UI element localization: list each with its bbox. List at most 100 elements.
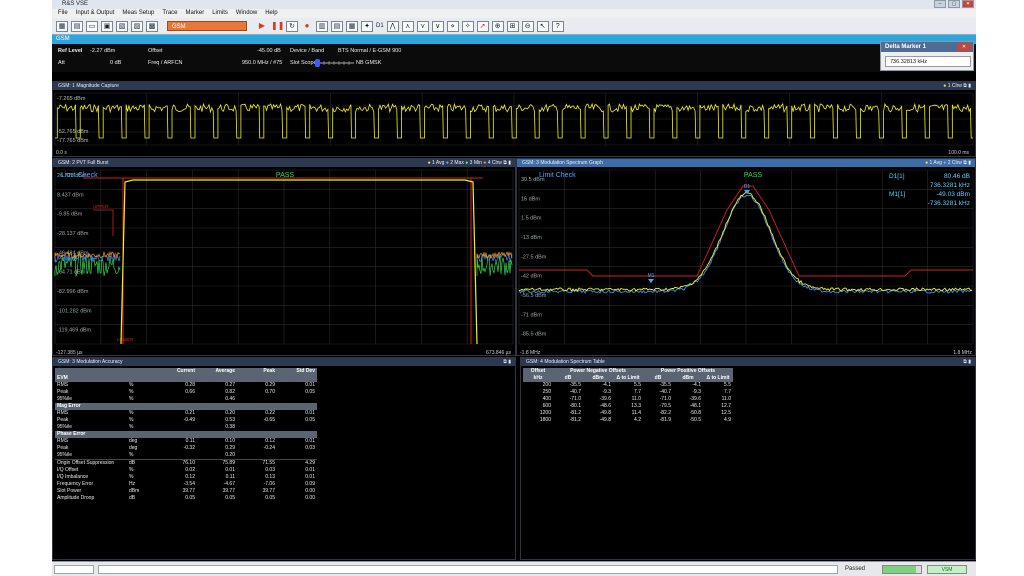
pvt-graph[interactable]: 26.723 dBm8.437 dBm-9.85 dBm-28.137 dBm-…	[53, 168, 515, 356]
table-cell: 7.7	[634, 389, 641, 395]
run-mode-label[interactable]: D1	[376, 23, 384, 29]
recall-icon[interactable]: ▧	[116, 20, 128, 32]
settings-bar[interactable]: Ref Level -2.27 dBm Offset -45.00 dB Att…	[52, 44, 976, 72]
layout-2-icon[interactable]: ▤	[331, 20, 343, 32]
marker-right-icon[interactable]: ⋎	[416, 20, 429, 32]
mod-pass-label: PASS	[744, 172, 762, 179]
marker-to-trace-icon[interactable]: ⋄	[446, 20, 459, 32]
table-cell: 75.89	[197, 459, 237, 467]
menu-limits[interactable]: Limits	[212, 9, 228, 18]
mod-y-label: 16 dBm	[521, 196, 540, 202]
table-cell: -4.1	[692, 382, 701, 388]
help-pointer-icon[interactable]: ↖	[536, 20, 549, 32]
delta-marker-dialog[interactable]: Delta Marker 1 ✕ 736.32813 kHz	[880, 41, 974, 71]
menu-meas-setup[interactable]: Meas Setup	[122, 9, 154, 18]
save-icon[interactable]: ▣	[101, 20, 113, 32]
layout-3-icon[interactable]: ▦	[346, 20, 358, 32]
channel-tab[interactable]: GSM	[52, 35, 976, 44]
delta-marker-input[interactable]: 736.32813 kHz	[885, 56, 971, 67]
mod-accuracy-title: GSM: 3 Modulation Accuracy	[58, 359, 123, 365]
mod-y-label: -85.5 dBm	[521, 332, 547, 338]
mod-spectrum-graph[interactable]: 30.5 dBm16 dBm1.5 dBm-13 dBm-27.5 dBm-42…	[517, 168, 975, 356]
status-dropdown[interactable]	[54, 565, 94, 574]
menu-input-output[interactable]: Input & Output	[76, 9, 115, 18]
table-cell: 400	[542, 396, 551, 402]
mod-trace-blue	[518, 194, 973, 294]
table-cell: 0.05	[305, 417, 315, 423]
export-icon[interactable]: ▩	[146, 20, 158, 32]
table-cell: 0.82	[225, 389, 235, 395]
table-cell: 11.4	[631, 410, 641, 416]
pvt-lower-limit-text: LOWER	[117, 337, 134, 342]
pause-icon[interactable]: ❚❚	[271, 21, 284, 32]
menu-marker[interactable]: Marker	[186, 9, 205, 18]
modulation-accuracy-panel[interactable]: GSM: 3 Modulation Accuracy ⧉ ▮ Current Av…	[52, 357, 516, 560]
table-group-label: Mag Error	[55, 403, 317, 410]
table-cell: -35.5	[659, 382, 671, 388]
table-row: Peak% 0.66 0.82 0.70 0.05	[55, 389, 317, 396]
magnitude-capture-panel[interactable]: GSM: 1 Magnitude Capture ● 1 Clrw ⧉ ▮ -7…	[52, 81, 976, 157]
table-cell: 0.53	[225, 417, 235, 423]
table-cell: 0.01	[305, 474, 315, 480]
status-field	[98, 565, 838, 574]
minimize-icon[interactable]: –	[934, 0, 946, 8]
peak-icon[interactable]: ⋀	[386, 20, 399, 32]
pvt-pass-label: PASS	[276, 172, 294, 179]
table-cell: 0.29	[225, 445, 235, 451]
mod-spectrum-table: Offset Power Negative Offsets Power Positi…	[523, 368, 733, 424]
pvt-y-label: -82.996 dBm	[57, 289, 89, 295]
zoom-off-icon[interactable]: ⊖	[521, 20, 534, 32]
column-group-header: Power Negative Offsets	[553, 368, 643, 375]
mod-accuracy-header: GSM: 3 Modulation Accuracy ⧉ ▮	[53, 358, 515, 366]
help-icon[interactable]: ?	[551, 20, 564, 32]
open-icon[interactable]: ▤	[71, 20, 83, 32]
menu-trace[interactable]: Trace	[162, 9, 177, 18]
modulation-spectrum-table-panel[interactable]: GSM: 4 Modulation Spectrum Table ⧉ ▮ Off…	[520, 357, 976, 560]
pvt-title: GSM: 2 PVT Full Burst	[58, 160, 109, 166]
modulation-spectrum-graph-panel[interactable]: GSM: 3 Modulation Spectrum Graph ● 1 Avg…	[516, 158, 976, 356]
maximize-icon[interactable]: ▢	[948, 0, 960, 8]
marker-center-icon[interactable]: ✧	[461, 20, 474, 32]
table-cell: -49.8	[599, 417, 611, 423]
marker-min-icon[interactable]: ∨	[431, 20, 444, 32]
close-icon[interactable]: ✕	[957, 43, 971, 51]
table-cell: -9.3	[602, 389, 611, 395]
freq-value: 950.0 MHz / #75	[242, 60, 283, 66]
menu-help[interactable]: Help	[265, 9, 277, 18]
close-icon[interactable]: ✕	[962, 0, 974, 8]
pvt-y-label: -119.469 dBm	[57, 328, 92, 334]
magnitude-capture-graph[interactable]: -7.265 dBm -52.765 dBm -77.765 dBm 0.0 s 100…	[53, 91, 975, 157]
menu-file[interactable]: File	[58, 9, 68, 18]
measurement-select[interactable]: GSM	[167, 21, 247, 31]
print-icon[interactable]: ▨	[131, 20, 143, 32]
table-cell: 5.5	[724, 382, 731, 388]
table-cell: dBm	[129, 488, 140, 494]
channel-tab-label: GSM	[56, 36, 70, 42]
mod-y-label: -13 dBm	[521, 235, 542, 241]
zoom-icon[interactable]: ⊕	[491, 20, 504, 32]
table-cell: 13.3	[631, 403, 641, 409]
status-bar: Passed VSM	[52, 561, 976, 576]
pvt-trace4-label: 4 Clrw	[487, 160, 502, 166]
ref-level-label: Ref Level	[58, 48, 83, 54]
layout-1-icon[interactable]: ▥	[316, 20, 328, 32]
zoom-multi-icon[interactable]: ⊞	[506, 20, 519, 32]
record-icon[interactable]: ●	[301, 21, 313, 32]
table-cell: RMS	[57, 410, 69, 416]
refresh-icon[interactable]: ↻	[286, 20, 298, 32]
menu-window[interactable]: Window	[236, 9, 257, 18]
table-cell: 0.00	[305, 495, 315, 501]
mod-y-label: -56.5 dBm	[521, 293, 547, 299]
folder-icon[interactable]: ▭	[86, 20, 98, 32]
table-cell: 1200	[539, 410, 551, 416]
table-cell: 0.12	[265, 438, 275, 444]
pvt-full-burst-panel[interactable]: GSM: 2 PVT Full Burst ● 1 Avg ● 2 Max ● …	[52, 158, 516, 356]
table-cell: 0.11	[225, 474, 235, 480]
cursor-icon[interactable]: ➚	[476, 20, 489, 32]
pvt-y-label: -101.282 dBm	[57, 308, 92, 314]
run-icon[interactable]: ▶	[256, 21, 268, 32]
marker-left-icon[interactable]: ⋏	[401, 20, 414, 32]
marker-tool-icon[interactable]: ✦	[361, 20, 373, 32]
overview-icon[interactable]: ▦	[56, 20, 68, 32]
table-group-row: Mag Error	[55, 403, 317, 410]
